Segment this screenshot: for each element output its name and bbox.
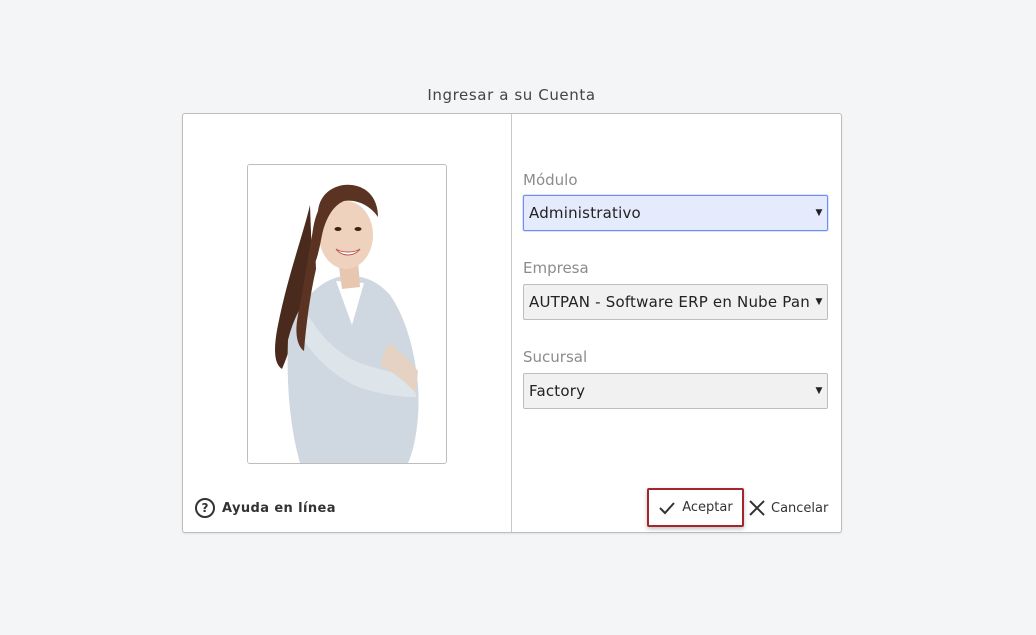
sucursal-label: Sucursal <box>523 348 588 366</box>
empresa-value: AUTPAN - Software ERP en Nube Pana <box>529 293 811 311</box>
accept-label: Aceptar <box>682 500 733 515</box>
chevron-down-icon: ▼ <box>815 208 823 218</box>
user-photo-illustration <box>248 165 446 463</box>
login-dialog: ? Ayuda en línea Módulo Administrativo ▼… <box>182 113 842 533</box>
user-photo <box>247 164 447 464</box>
modulo-label: Módulo <box>523 171 578 189</box>
help-label: Ayuda en línea <box>222 500 336 516</box>
chevron-down-icon: ▼ <box>815 386 823 396</box>
sucursal-value: Factory <box>529 382 586 400</box>
chevron-down-icon: ▼ <box>815 297 823 307</box>
help-circle-icon: ? <box>195 498 215 518</box>
cancel-label: Cancelar <box>771 500 829 516</box>
page-title: Ingresar a su Cuenta <box>427 86 596 104</box>
login-form: Módulo Administrativo ▼ Empresa AUTPAN -… <box>512 114 841 532</box>
modulo-value: Administrativo <box>529 204 641 222</box>
accept-button[interactable]: Aceptar <box>647 488 744 527</box>
close-icon <box>749 500 765 516</box>
user-photo-pane: ? Ayuda en línea <box>183 114 512 532</box>
empresa-label: Empresa <box>523 259 589 277</box>
help-online-link[interactable]: ? Ayuda en línea <box>195 498 336 518</box>
modulo-select[interactable]: Administrativo ▼ <box>523 195 828 231</box>
check-icon <box>659 501 675 514</box>
cancel-button[interactable]: Cancelar <box>748 490 828 526</box>
sucursal-select[interactable]: Factory ▼ <box>523 373 828 409</box>
empresa-select[interactable]: AUTPAN - Software ERP en Nube Pana ▼ <box>523 284 828 320</box>
